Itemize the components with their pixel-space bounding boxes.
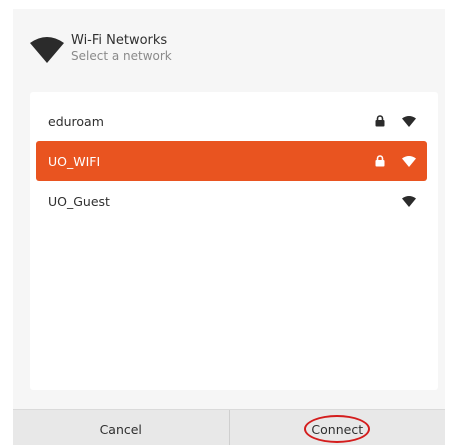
wifi-dialog: Wi-Fi Networks Select a network eduroam … [13,9,445,445]
cancel-label: Cancel [99,422,142,437]
wifi-signal-icon [30,37,64,63]
lock-icon [375,155,385,167]
cancel-button[interactable]: Cancel [13,410,230,445]
wifi-signal-icon [402,156,416,167]
network-name: UO_Guest [48,193,110,209]
header-text: Wi-Fi Networks Select a network [71,33,172,64]
dialog-title: Wi-Fi Networks [71,33,168,48]
network-item-uo-wifi[interactable]: UO_WIFI [36,141,427,181]
network-name: UO_WIFI [48,153,101,169]
dialog-subtitle: Select a network [71,49,172,63]
wifi-signal-icon [402,116,416,127]
network-list: eduroam UO_WIFI UO_Guest [30,92,438,390]
network-name: eduroam [48,113,104,129]
connect-button[interactable]: Connect [230,410,446,445]
network-item-eduroam[interactable]: eduroam [36,101,427,141]
dialog-footer: Cancel Connect [13,409,445,445]
connect-label: Connect [311,422,364,437]
wifi-signal-icon [402,196,416,207]
dialog-header: Wi-Fi Networks Select a network [13,9,445,79]
lock-icon [375,115,385,127]
network-item-uo-guest[interactable]: UO_Guest [36,181,427,221]
